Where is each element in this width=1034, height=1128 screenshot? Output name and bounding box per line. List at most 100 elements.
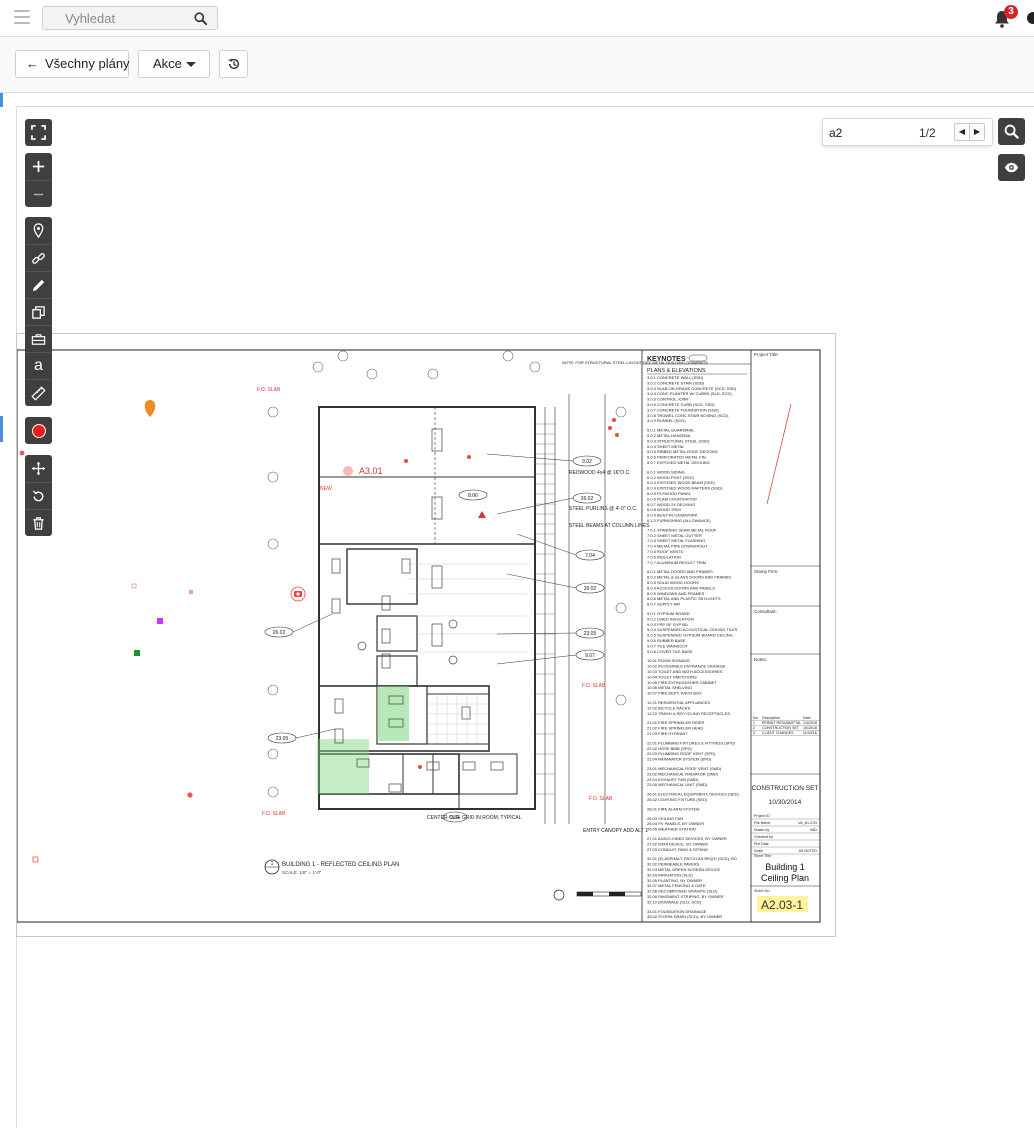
annotation-tools-group: a	[25, 217, 52, 406]
menu-icon[interactable]	[14, 10, 30, 24]
global-search[interactable]	[42, 6, 218, 30]
move-icon	[31, 461, 46, 476]
highlighted-room[interactable]	[377, 686, 409, 741]
keynote-item: 32.03 METAL GREEN SCREEN DEVICE	[647, 867, 720, 872]
annotation-marker[interactable]	[189, 590, 193, 594]
tag-label: 26.02	[581, 496, 594, 502]
warning-marker[interactable]	[478, 511, 486, 518]
shape-tool[interactable]	[25, 298, 52, 325]
user-avatar[interactable]	[1027, 12, 1034, 24]
callout-sublabel: NEW	[320, 486, 332, 492]
text-tool[interactable]: a	[25, 352, 52, 379]
keynote-item: 10.07 FIRE DEPT. KNOX BOX	[647, 691, 702, 696]
plan-note: REDWOOD 4x4 @ 16"O.C.	[569, 470, 631, 476]
keynote-item: 12.01 RESIDENTIAL APPLIANCES	[647, 700, 711, 705]
draw-tool[interactable]	[25, 271, 52, 298]
keynote-item: 32.07 METAL FENCING & GATE	[647, 883, 706, 888]
side-indicator	[0, 93, 3, 107]
keynote-item: 6.0.5 PLYWOOD PANEL	[647, 491, 692, 496]
find-next-button[interactable]: ▶	[969, 123, 985, 141]
ruler-icon	[31, 385, 46, 401]
find-in-plan: 1/2 ◀ ▶	[822, 118, 993, 146]
callout-marker[interactable]	[343, 466, 353, 476]
history-button[interactable]	[219, 50, 248, 78]
tag-label: 9.07	[585, 653, 595, 659]
keynote-item: 7.0.7 ALUMINUM REGLET TRIM	[647, 560, 706, 565]
search-input[interactable]	[43, 7, 183, 29]
visibility-toggle[interactable]	[998, 154, 1025, 181]
info-label: File Name	[754, 821, 770, 825]
revision-cell: 3	[753, 731, 755, 735]
keynote-item: 21.03 FIRE HYDRANT	[647, 731, 688, 736]
sheet-title-label: Sheet Title:	[754, 854, 772, 858]
actions-dropdown[interactable]: Akce	[138, 50, 210, 78]
annotation-marker[interactable]	[157, 618, 163, 624]
annotation-marker[interactable]	[32, 856, 39, 863]
keynote-item: 6.0.8 WOOD TRIM	[647, 507, 681, 512]
revision-cell: 10/30/16	[803, 726, 817, 730]
keynote-item: 27.03 CONDUIT, RING & STRING	[647, 847, 708, 852]
zoom-in-button[interactable]	[25, 153, 52, 180]
keynote-item: 9.0.2 LINED INSULATION	[647, 616, 694, 621]
keynote-item: 9.0.5 SUSPENDED GYPSUM BOARD CEILING	[647, 633, 733, 638]
revision-cell: CONSTRUCTION SET	[762, 726, 800, 730]
back-button[interactable]: ← Všechny plány	[15, 50, 130, 78]
keynote-item: 6.0.3 EXPOSED WOOD BEAM (SSD)	[647, 480, 715, 485]
revision-cell: 1/4/2016	[803, 721, 817, 725]
find-input[interactable]	[829, 124, 889, 142]
keynote-item: 23.05 MECHANICAL UNIT (SMD)	[647, 782, 708, 787]
color-picker[interactable]	[25, 417, 52, 444]
annotation-marker[interactable]	[19, 450, 25, 456]
plan-note: STEEL PURLINS @ 4'-0" O.C.	[569, 506, 637, 512]
project-title-label: Project Title:	[754, 352, 779, 357]
measure-box-tool[interactable]	[25, 325, 52, 352]
plan-note: STEEL BEAMS AT COLUMN LINES	[569, 523, 650, 529]
edit-group	[25, 455, 52, 536]
keynote-item: 5.0.6 PERFORATED METAL FIN	[647, 455, 706, 460]
keynote-item: 10.04 TOILET PARTITIONS	[647, 674, 697, 679]
set-title: CONSTRUCTION SET	[752, 785, 819, 792]
back-button-label: Všechny plány	[45, 56, 130, 71]
fullscreen-group	[25, 119, 52, 146]
location-pin-icon[interactable]	[144, 400, 156, 417]
info-table: Project ID File Name VA_A1.2.03 Drawn by VAD…	[751, 814, 820, 855]
pin-tool[interactable]	[25, 217, 52, 244]
toolbox-icon	[31, 333, 46, 345]
keynote-item: 8.0.2 METAL & GLASS DOORS AND FRAMES	[647, 575, 731, 580]
callout-label[interactable]: A3.01	[359, 466, 383, 476]
annotation-marker[interactable]	[134, 650, 140, 656]
keynote-item: 10.01 ROOM SIGNAGE	[647, 658, 690, 663]
keynotes-section-title: PLANS & ELEVATIONS	[647, 368, 706, 374]
annotation-marker[interactable]	[131, 583, 137, 589]
keynote-item: 26.02 LIGHTING FIXTURE (SED)	[647, 797, 708, 802]
text-icon: a	[34, 357, 43, 374]
keynote-item: 6.0.2 WOOD POST (SSD)	[647, 475, 694, 480]
rotate-tool[interactable]	[25, 482, 52, 509]
fullscreen-button[interactable]	[25, 119, 52, 146]
revision-table: No. Description Date 1 PERMIT RESUBMITTAL 1/4…	[751, 716, 820, 736]
keynote-item: 26.03 CEILING FAN	[647, 816, 683, 821]
find-previous-button[interactable]: ◀	[954, 123, 970, 141]
delete-tool[interactable]	[25, 509, 52, 536]
keynote-item: 32.01 (E) ASPHALT, PATCH AS REQ'D (SCD),…	[647, 856, 737, 861]
revision-cell: PERMIT RESUBMITTAL	[762, 721, 801, 725]
keynote-item: 32.02 PERMEABLE PAVERS	[647, 862, 700, 867]
keynote-item: 6.0.9 BUILT-IN CASEWORK	[647, 513, 698, 518]
zoom-out-button[interactable]	[25, 180, 52, 207]
search-icon[interactable]	[194, 12, 207, 25]
revision-cell: 2	[753, 726, 755, 730]
keynote-item: 22.02 HOSE BIBB (SPD)	[647, 746, 692, 751]
info-label: Checked by	[754, 835, 773, 839]
find-count: 1/2	[919, 126, 936, 140]
notification-badge: 3	[1004, 5, 1018, 19]
keynotes-list: 3.0.1 CONCRETE WALL (SSD)3.0.2 CONCRETE …	[647, 375, 740, 919]
ruler-tool[interactable]	[25, 379, 52, 406]
find-search-button[interactable]	[998, 118, 1025, 145]
highlighted-room[interactable]	[317, 739, 369, 794]
keynote-item: 10.03 TOILET AND BATH ACCESSORIES	[647, 669, 723, 674]
move-tool[interactable]	[25, 455, 52, 482]
link-tool[interactable]	[25, 244, 52, 271]
annotation-marker[interactable]	[187, 792, 193, 798]
keynote-item: 10.05 FIRE EXTINGUISHER CABINET	[647, 680, 717, 685]
plan-note: F.O. SLAB	[582, 683, 606, 689]
